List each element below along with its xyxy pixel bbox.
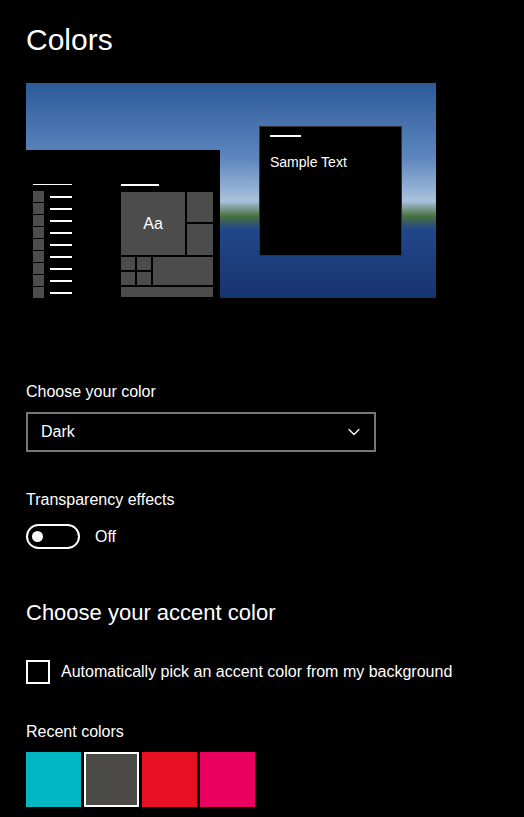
color-swatch[interactable] [200,752,255,807]
color-swatch[interactable] [84,752,139,807]
color-mode-label: Choose your color [26,380,524,404]
color-mode-dropdown[interactable]: Dark [26,412,376,452]
color-swatch[interactable] [142,752,197,807]
colors-settings-page: Colors Aa Sample Text Choose your color Dark… [0,0,524,817]
sample-text: Sample Text [270,153,401,171]
transparency-toggle[interactable] [26,524,80,549]
auto-pick-label: Automatically pick an accent color from … [61,660,452,684]
tiles: Aa [121,184,213,298]
recent-colors-label: Recent colors [26,720,524,744]
sample-window: Sample Text [259,126,402,256]
start-menu-preview: Aa [26,150,220,298]
app-list [33,184,72,298]
recent-colors [26,752,524,807]
toggle-state: Off [95,525,116,549]
accent-heading: Choose your accent color [26,598,524,628]
chevron-down-icon [344,422,364,442]
color-swatch[interactable] [26,752,81,807]
transparency-label: Transparency effects [26,488,524,512]
page-title: Colors [26,20,524,60]
theme-preview: Aa Sample Text [26,83,436,298]
tile: Aa [121,192,185,255]
auto-pick-checkbox[interactable] [26,660,50,684]
